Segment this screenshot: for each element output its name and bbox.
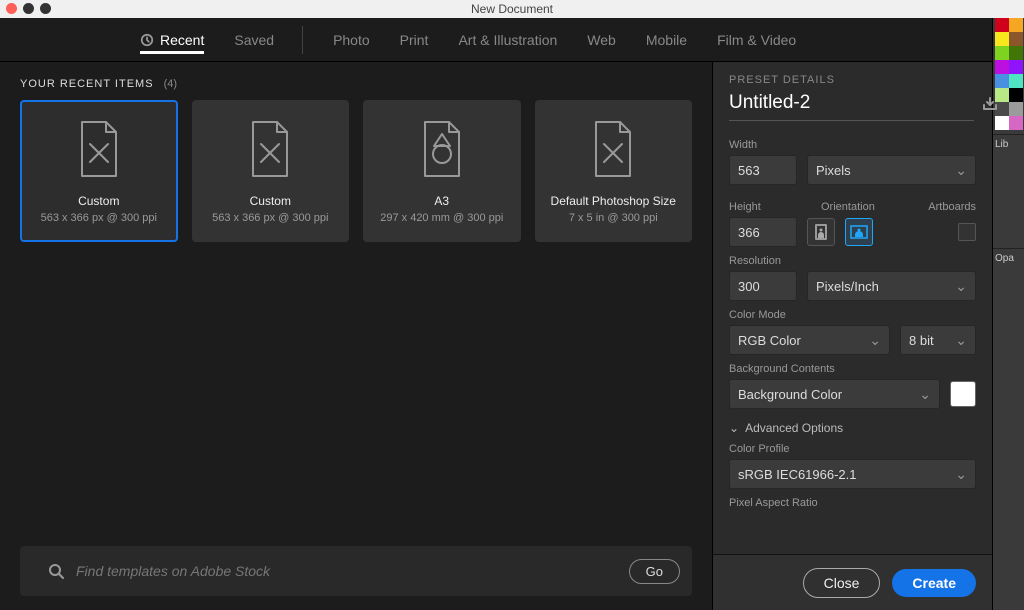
recent-heading: YOUR RECENT ITEMS (4) (20, 78, 692, 90)
clock-icon (140, 33, 154, 47)
stock-search-input[interactable] (76, 563, 617, 579)
background-select[interactable]: Background Color (729, 379, 940, 409)
tab-photo[interactable]: Photo (333, 26, 370, 54)
artboards-label: Artboards (928, 201, 976, 213)
tab-recent-label: Recent (160, 32, 204, 48)
resolution-label: Resolution (729, 255, 976, 267)
tab-recent[interactable]: Recent (140, 26, 204, 54)
swatch[interactable] (1009, 116, 1023, 130)
document-icon (243, 118, 297, 180)
close-icon[interactable] (6, 3, 17, 14)
width-unit-select[interactable]: Pixels (807, 155, 976, 185)
document-icon (72, 118, 126, 180)
preset-card[interactable]: Custom 563 x 366 px @ 300 ppi (192, 100, 349, 242)
width-label: Width (729, 139, 976, 151)
libraries-tab[interactable]: Lib (993, 134, 1024, 154)
preset-list-pane: YOUR RECENT ITEMS (4) Custom 563 x 366 p… (0, 62, 712, 610)
preset-cards: Custom 563 x 366 px @ 300 ppi Custom 563… (20, 100, 692, 242)
orientation-portrait-button[interactable] (807, 218, 835, 246)
pixel-aspect-label: Pixel Aspect Ratio (729, 497, 976, 509)
swatch[interactable] (1009, 32, 1023, 46)
colordepth-select[interactable]: 8 bit (900, 325, 976, 355)
opacity-tab[interactable]: Opa (993, 248, 1024, 268)
swatch[interactable] (1009, 46, 1023, 60)
height-input[interactable]: 366 (729, 217, 797, 247)
swatch[interactable] (995, 46, 1009, 60)
tab-web[interactable]: Web (587, 26, 616, 54)
color-swatches (995, 18, 1023, 130)
swatch[interactable] (1009, 18, 1023, 32)
background-label: Background Contents (729, 363, 976, 375)
swatch[interactable] (995, 116, 1009, 130)
swatch[interactable] (1009, 102, 1023, 116)
height-label: Height (729, 201, 797, 213)
document-icon (586, 118, 640, 180)
close-button[interactable]: Close (803, 568, 881, 598)
document-title-input[interactable] (729, 90, 974, 121)
preset-card[interactable]: Default Photoshop Size 7 x 5 in @ 300 pp… (535, 100, 692, 242)
preset-card[interactable]: A3 297 x 420 mm @ 300 ppi (363, 100, 520, 242)
tab-film[interactable]: Film & Video (717, 26, 796, 54)
artboards-checkbox[interactable] (958, 223, 976, 241)
swatch[interactable] (995, 60, 1009, 74)
swatch[interactable] (995, 18, 1009, 32)
colormode-label: Color Mode (729, 309, 976, 321)
stock-go-button[interactable]: Go (629, 559, 680, 584)
colorprofile-select[interactable]: sRGB IEC61966-2.1 (729, 459, 976, 489)
width-input[interactable]: 563 (729, 155, 797, 185)
search-icon (48, 563, 64, 579)
tab-mobile[interactable]: Mobile (646, 26, 687, 54)
tab-print[interactable]: Print (400, 26, 429, 54)
preset-card[interactable]: Custom 563 x 366 px @ 300 ppi (20, 100, 178, 242)
window-titlebar: New Document (0, 0, 1024, 18)
swatch[interactable] (995, 74, 1009, 88)
stock-search-bar: Go (20, 546, 692, 596)
window-title: New Document (471, 2, 553, 16)
tab-art[interactable]: Art & Illustration (458, 26, 557, 54)
background-color-swatch[interactable] (950, 381, 976, 407)
zoom-icon[interactable] (40, 3, 51, 14)
advanced-options-toggle[interactable]: Advanced Options (729, 421, 976, 435)
resolution-input[interactable]: 300 (729, 271, 797, 301)
preset-details-panel: PRESET DETAILS Width 563 Pixels Height O… (712, 62, 992, 610)
resolution-unit-select[interactable]: Pixels/Inch (807, 271, 976, 301)
orientation-label: Orientation (821, 201, 875, 213)
swatch[interactable] (1009, 60, 1023, 74)
category-tabs: Recent Saved Photo Print Art & Illustrat… (0, 18, 992, 62)
swatch[interactable] (995, 32, 1009, 46)
swatch[interactable] (1009, 88, 1023, 102)
colorprofile-label: Color Profile (729, 443, 976, 455)
swatch[interactable] (1009, 74, 1023, 88)
document-icon (415, 118, 469, 180)
dialog-footer: Close Create (713, 554, 992, 610)
tab-saved[interactable]: Saved (234, 26, 303, 54)
minimize-icon[interactable] (23, 3, 34, 14)
create-button[interactable]: Create (892, 569, 976, 597)
new-document-dialog: Recent Saved Photo Print Art & Illustrat… (0, 18, 992, 610)
window-controls (6, 3, 51, 14)
orientation-landscape-button[interactable] (845, 218, 873, 246)
save-preset-icon[interactable] (982, 97, 998, 114)
colormode-select[interactable]: RGB Color (729, 325, 890, 355)
details-heading: PRESET DETAILS (713, 62, 992, 90)
